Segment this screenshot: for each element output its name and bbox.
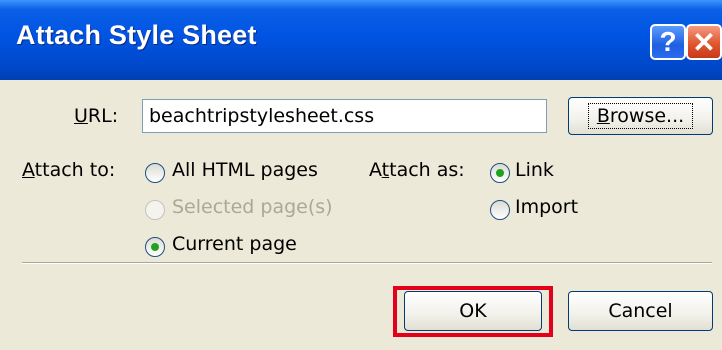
ok-button-highlight bbox=[393, 286, 553, 337]
radio-selected-pages-label: Selected page(s) bbox=[172, 196, 333, 218]
url-label: URL: bbox=[74, 105, 119, 127]
radio-selected-dot bbox=[151, 243, 159, 251]
radio-link[interactable] bbox=[490, 163, 510, 183]
radio-import-label[interactable]: Import bbox=[515, 196, 578, 218]
radio-current-page-label[interactable]: Current page bbox=[172, 233, 297, 255]
radio-link-label[interactable]: Link bbox=[515, 159, 554, 181]
close-icon: ✕ bbox=[692, 26, 716, 58]
radio-all-html-pages[interactable] bbox=[145, 163, 165, 183]
dialog-title: Attach Style Sheet bbox=[16, 20, 257, 50]
separator bbox=[22, 262, 712, 264]
radio-selected-dot bbox=[496, 169, 504, 177]
radio-import[interactable] bbox=[490, 200, 510, 220]
radio-all-html-pages-label[interactable]: All HTML pages bbox=[172, 159, 318, 181]
attach-to-label: Attach to: bbox=[22, 159, 116, 181]
browse-button[interactable]: Browse... bbox=[568, 97, 713, 135]
help-icon: ? bbox=[659, 26, 677, 57]
attach-as-label: Attach as: bbox=[369, 159, 465, 181]
radio-current-page[interactable] bbox=[145, 237, 165, 257]
cancel-button[interactable]: Cancel bbox=[568, 291, 713, 331]
url-input[interactable]: beachtripstylesheet.css bbox=[142, 99, 547, 133]
help-button[interactable]: ? bbox=[650, 24, 686, 60]
radio-selected-pages bbox=[145, 200, 165, 220]
url-input-value: beachtripstylesheet.css bbox=[149, 105, 375, 127]
title-bar[interactable]: Attach Style Sheet ? ✕ bbox=[0, 0, 722, 80]
close-button[interactable]: ✕ bbox=[686, 24, 722, 60]
